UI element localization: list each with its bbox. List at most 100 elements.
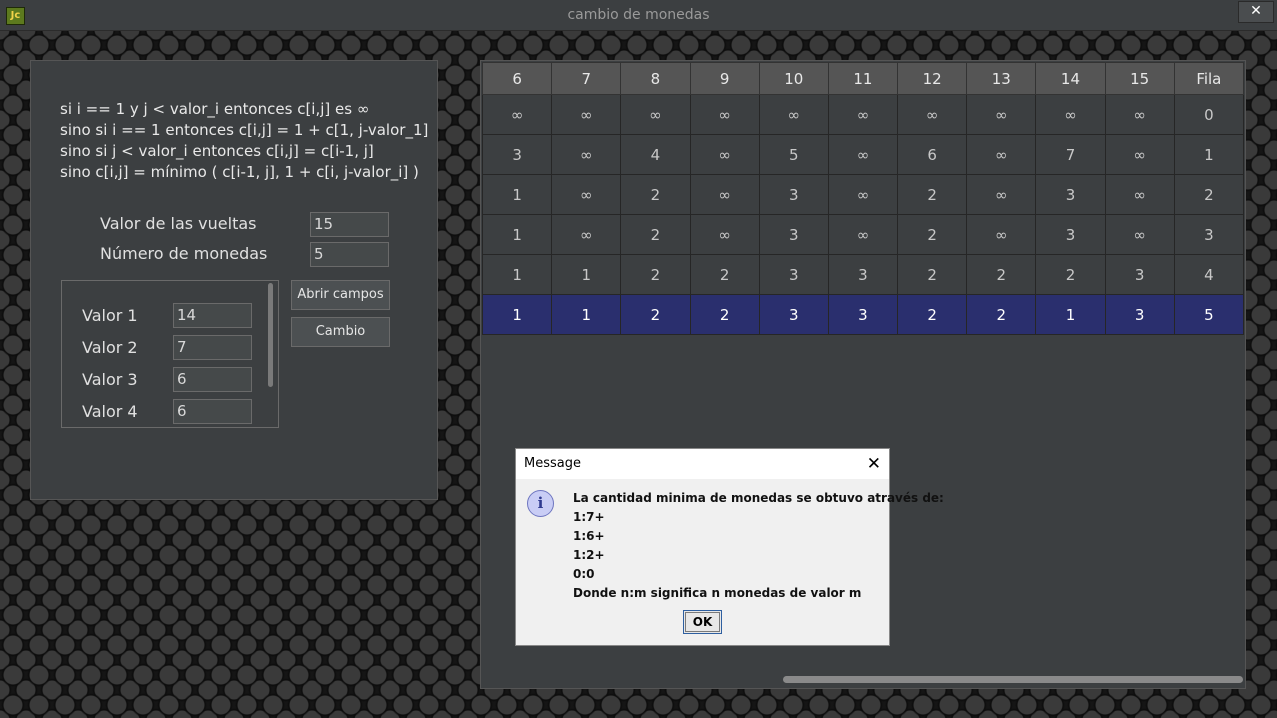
table-cell[interactable]: 2	[897, 294, 968, 335]
table-row[interactable]: 1 ∞ 2 ∞ 3 ∞ 2 ∞ 3 ∞ 2	[481, 174, 1245, 215]
table-cell[interactable]: ∞	[827, 94, 899, 135]
table-cell[interactable]: 2	[620, 294, 691, 335]
horizontal-scroll-thumb[interactable]	[783, 676, 1243, 683]
table-cell[interactable]: ∞	[1104, 214, 1175, 255]
table-cell[interactable]: 2	[966, 254, 1037, 295]
table-cell[interactable]: ∞	[689, 134, 760, 175]
table-row[interactable]: 11223322234	[481, 254, 1245, 295]
table-cell[interactable]: 3	[758, 174, 829, 215]
table-cell[interactable]: 2	[966, 294, 1037, 335]
valor-2-input[interactable]: 7	[173, 335, 252, 360]
monedas-input[interactable]: 5	[310, 242, 389, 267]
table-row[interactable]: ∞ ∞ ∞ ∞ ∞ ∞ ∞ ∞ ∞ ∞ 0	[481, 94, 1245, 135]
table-cell[interactable]: 2	[689, 254, 760, 295]
valor-1-input[interactable]: 14	[173, 303, 252, 328]
table-cell[interactable]: ∞	[481, 94, 553, 135]
table-cell[interactable]: 5	[1173, 294, 1245, 335]
table-cell[interactable]: 1	[551, 254, 622, 295]
table-cell[interactable]: 2	[620, 214, 691, 255]
column-header[interactable]: 11	[827, 62, 899, 95]
table-cell[interactable]: 4	[1173, 254, 1245, 295]
table-cell[interactable]: 3	[827, 254, 899, 295]
valores-scrollbar[interactable]	[268, 283, 273, 387]
valores-scroll-pane[interactable]: Valor 1 14 Valor 2 7 Valor 3 6 Valor 4 6	[61, 280, 279, 428]
table-cell[interactable]: 2	[897, 254, 968, 295]
column-header[interactable]: 12	[897, 62, 968, 95]
table-cell[interactable]: 2	[1035, 254, 1106, 295]
table-cell[interactable]: ∞	[827, 174, 899, 215]
table-cell[interactable]: 1	[481, 174, 553, 215]
table-cell[interactable]: 3	[758, 214, 829, 255]
column-header[interactable]: 13	[966, 62, 1037, 95]
column-header[interactable]: 15	[1104, 62, 1175, 95]
table-cell[interactable]: 2	[1173, 174, 1245, 215]
table-cell[interactable]: ∞	[1104, 174, 1175, 215]
table-cell[interactable]: 3	[1035, 174, 1106, 215]
table-horizontal-scrollbar[interactable]	[481, 676, 1245, 684]
table-cell[interactable]: 4	[620, 134, 691, 175]
table-cell[interactable]: ∞	[689, 174, 760, 215]
column-header[interactable]: 6	[481, 62, 553, 95]
table-cell[interactable]: ∞	[551, 94, 622, 135]
table-cell[interactable]: 5	[758, 134, 829, 175]
column-header-fila[interactable]: Fila	[1173, 62, 1245, 95]
column-header[interactable]: 7	[551, 62, 622, 95]
table-cell[interactable]: ∞	[827, 134, 899, 175]
table-cell[interactable]: ∞	[551, 174, 622, 215]
table-cell[interactable]: 3	[1035, 214, 1106, 255]
table-cell[interactable]: 2	[620, 174, 691, 215]
table-cell[interactable]: ∞	[551, 214, 622, 255]
column-header[interactable]: 9	[689, 62, 760, 95]
table-cell[interactable]: 3	[758, 294, 829, 335]
dialog-close-icon[interactable]: ✕	[867, 454, 881, 474]
table-cell[interactable]: 3	[758, 254, 829, 295]
valor-4-input[interactable]: 6	[173, 399, 252, 424]
ok-button[interactable]: OK	[683, 610, 722, 634]
valor-3-input[interactable]: 6	[173, 367, 252, 392]
column-header[interactable]: 8	[620, 62, 691, 95]
column-header[interactable]: 10	[758, 62, 829, 95]
table-cell[interactable]: ∞	[689, 94, 760, 135]
table-cell[interactable]: ∞	[620, 94, 691, 135]
table-cell[interactable]: 1	[1173, 134, 1245, 175]
column-header[interactable]: 14	[1035, 62, 1106, 95]
table-cell[interactable]: 1	[481, 254, 553, 295]
table-cell[interactable]: ∞	[1104, 94, 1175, 135]
table-cell[interactable]: ∞	[758, 94, 829, 135]
table-cell[interactable]: 0	[1173, 94, 1245, 135]
table-cell[interactable]: 6	[897, 134, 968, 175]
table-cell[interactable]: 1	[481, 294, 553, 335]
table-cell[interactable]: ∞	[966, 134, 1037, 175]
table-cell[interactable]: 1	[1035, 294, 1106, 335]
table-cell[interactable]: 7	[1035, 134, 1106, 175]
table-cell[interactable]: 1	[551, 294, 622, 335]
table-cell[interactable]: 1	[481, 214, 553, 255]
table-cell[interactable]: 3	[1104, 254, 1175, 295]
table-cell[interactable]: 3	[481, 134, 553, 175]
table-cell[interactable]: ∞	[1035, 94, 1106, 135]
table-cell[interactable]: 2	[897, 214, 968, 255]
table-row[interactable]: 1 ∞ 2 ∞ 3 ∞ 2 ∞ 3 ∞ 3	[481, 214, 1245, 255]
window-close-button[interactable]: ✕	[1238, 1, 1274, 23]
table-cell[interactable]: 2	[689, 294, 760, 335]
table-cell[interactable]: ∞	[966, 174, 1037, 215]
table-cell[interactable]: 3	[827, 294, 899, 335]
valor-4-label: Valor 4	[82, 402, 138, 421]
table-cell[interactable]: ∞	[897, 94, 968, 135]
table-cell[interactable]: 2	[620, 254, 691, 295]
vueltas-input[interactable]: 15	[310, 212, 389, 237]
table-cell[interactable]: ∞	[966, 214, 1037, 255]
table-cell[interactable]: 2	[897, 174, 968, 215]
abrir-campos-button[interactable]: Abrir campos	[291, 280, 390, 310]
cambio-button[interactable]: Cambio	[291, 317, 390, 347]
table-row[interactable]: 3 ∞ 4 ∞ 5 ∞ 6 ∞ 7 ∞ 1	[481, 134, 1245, 175]
table-cell[interactable]: ∞	[689, 214, 760, 255]
table-cell[interactable]: ∞	[551, 134, 622, 175]
table-row[interactable]: 11223322135	[481, 294, 1245, 335]
table-cell[interactable]: 3	[1173, 214, 1245, 255]
table-cell[interactable]: ∞	[827, 214, 899, 255]
table-cell[interactable]: ∞	[1104, 134, 1175, 175]
window-title: cambio de monedas	[567, 7, 710, 23]
table-cell[interactable]: ∞	[966, 94, 1037, 135]
table-cell[interactable]: 3	[1104, 294, 1175, 335]
